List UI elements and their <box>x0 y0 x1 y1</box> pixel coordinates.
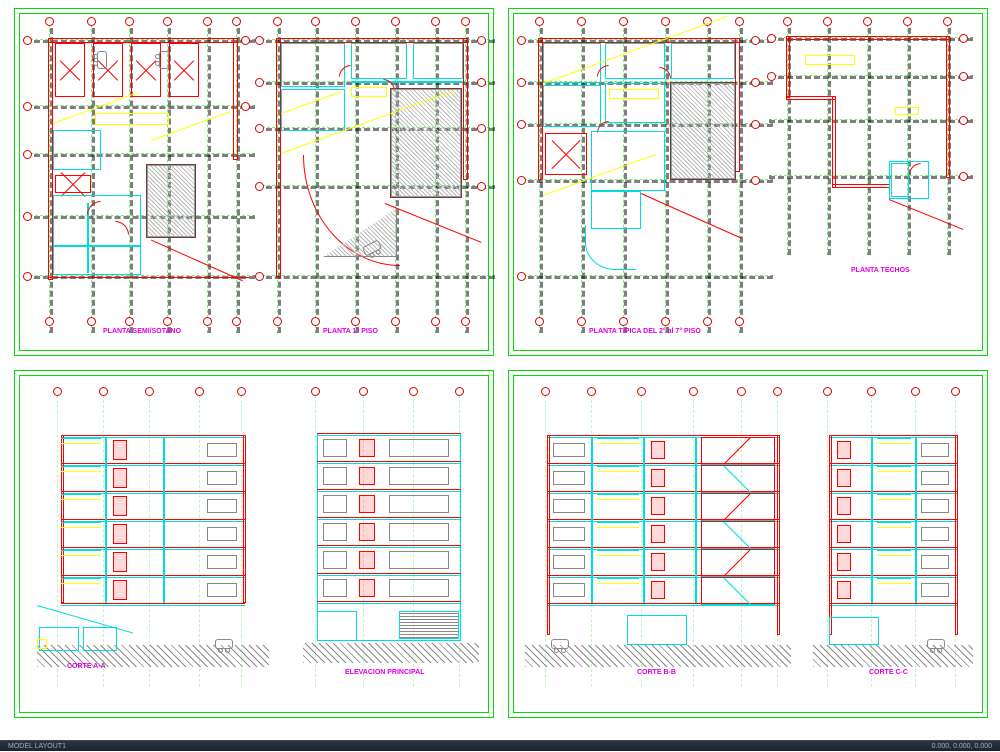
label-corte-c: CORTE C-C <box>869 669 908 676</box>
plan-semisotano <box>31 25 243 317</box>
cad-viewport[interactable]: PLANTA SEMI/SOTANO <box>0 0 1000 751</box>
label-tipica: PLANTA TIPICA DEL 2° al 7° PISO <box>589 328 701 335</box>
status-bar: MODEL LAYOUT1 0.000, 0.000, 0.000 <box>0 740 1000 751</box>
sheet-bottom-left: CORTE A-A <box>14 370 494 718</box>
label-semisotano: PLANTA SEMI/SOTANO <box>103 328 181 335</box>
label-corte-a: CORTE A-A <box>67 663 106 670</box>
drawing-background: PLANTA SEMI/SOTANO <box>0 0 1000 740</box>
plan-tipica <box>525 25 755 317</box>
sheet-top-right: PLANTA TIPICA DEL 2° al 7° PISO PLANTA <box>508 8 988 356</box>
label-piso1: PLANTA 1° PISO <box>323 328 378 335</box>
section-c <box>815 395 973 687</box>
label-elevacion: ELEVACION PRINCIPAL <box>345 669 424 676</box>
status-layout: MODEL LAYOUT1 <box>8 741 66 752</box>
section-b <box>531 395 791 687</box>
section-a <box>43 395 265 687</box>
label-techos: PLANTA TECHOS <box>851 267 910 274</box>
sheet-top-left: PLANTA SEMI/SOTANO <box>14 8 494 356</box>
label-corte-b: CORTE B-B <box>637 669 676 676</box>
elevation-principal <box>303 395 479 687</box>
status-coords: 0.000, 0.000, 0.000 <box>932 741 992 752</box>
sheet-bottom-right: CORTE B-B <box>508 370 988 718</box>
plan-piso1 <box>263 25 483 317</box>
